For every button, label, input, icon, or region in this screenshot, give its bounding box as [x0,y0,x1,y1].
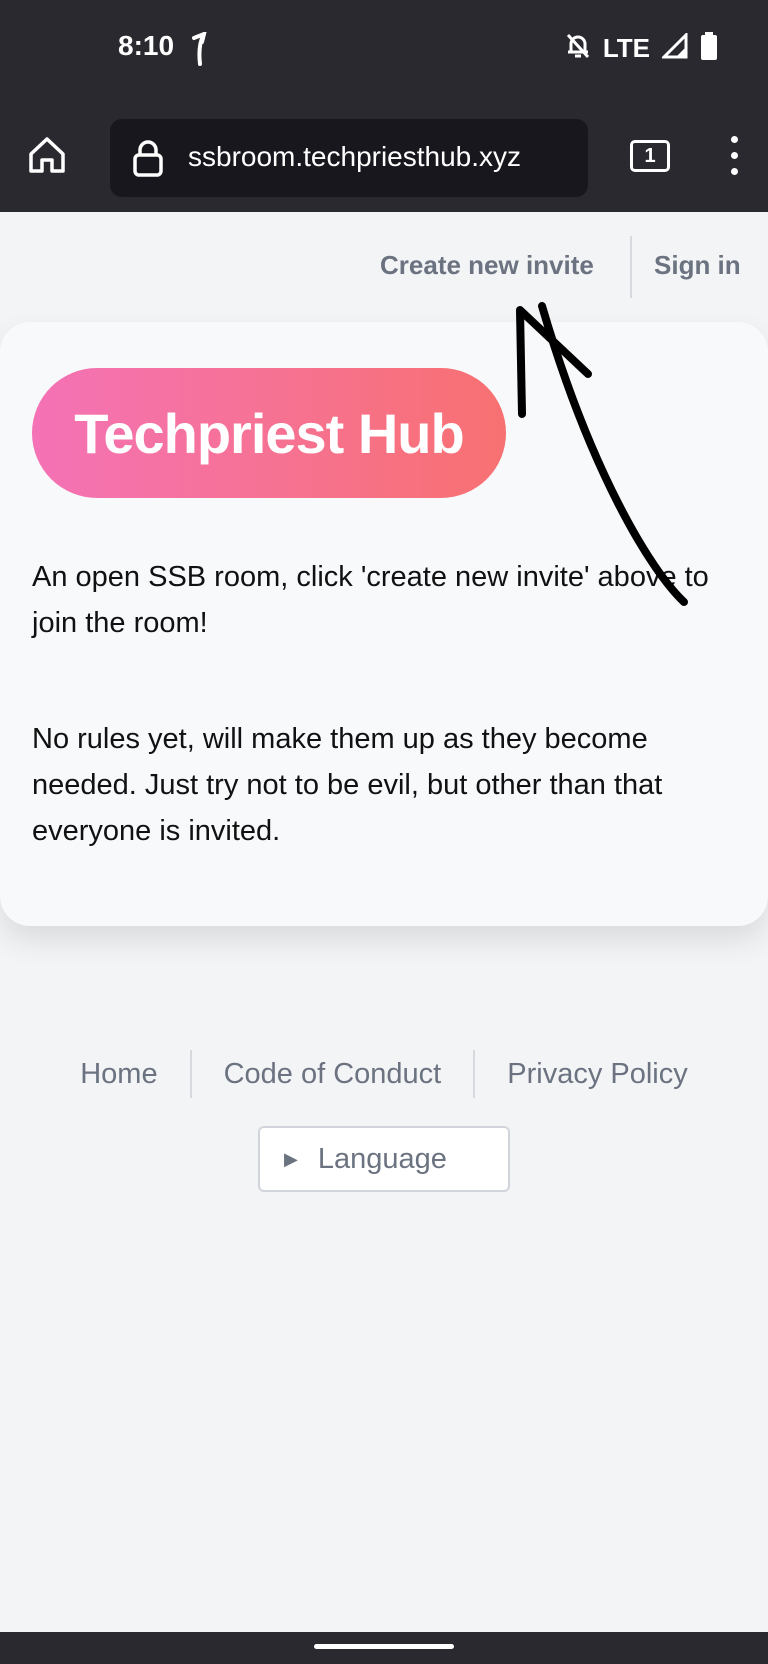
footer-code-of-conduct-link[interactable]: Code of Conduct [192,1058,474,1091]
language-selector-button[interactable]: ▶ Language [258,1126,510,1192]
navigation-arrow-icon [190,30,212,71]
tab-switcher-button[interactable]: 1 [630,140,670,172]
more-options-icon[interactable] [722,136,746,180]
status-time: 8:10 [118,30,175,61]
footer-home-link[interactable]: Home [48,1058,189,1091]
signal-icon [660,31,688,64]
sign-in-link[interactable]: Sign in [654,250,741,281]
url-text[interactable]: ssbroom.techpriesthub.xyz [188,141,521,173]
triangle-right-icon: ▶ [284,1148,298,1169]
room-title-badge: Techpriest Hub [32,368,506,498]
nav-divider [630,236,632,298]
system-gesture-bar [0,1632,768,1664]
room-rules-text: No rules yet, will make them up as they … [32,723,663,847]
footer-privacy-policy-link[interactable]: Privacy Policy [475,1058,720,1091]
language-label: Language [317,1142,447,1175]
top-navigation: Create new invite Sign in [0,212,768,312]
bell-off-icon [565,32,591,65]
hand-drawn-arrow-icon [516,302,688,606]
create-invite-link[interactable]: Create new invite [380,250,594,281]
home-gesture-handle[interactable] [314,1644,454,1649]
home-icon[interactable] [26,134,68,176]
status-bar: 8:10 LTE [0,0,768,100]
network-type: LTE [602,33,650,63]
battery-icon [700,32,718,65]
browser-toolbar: ssbroom.techpriesthub.xyz 1 [0,100,768,212]
address-bar[interactable]: ssbroom.techpriesthub.xyz [110,119,588,197]
footer-links: Home Code of Conduct Privacy Policy [0,1046,768,1102]
lock-icon[interactable] [132,139,164,184]
